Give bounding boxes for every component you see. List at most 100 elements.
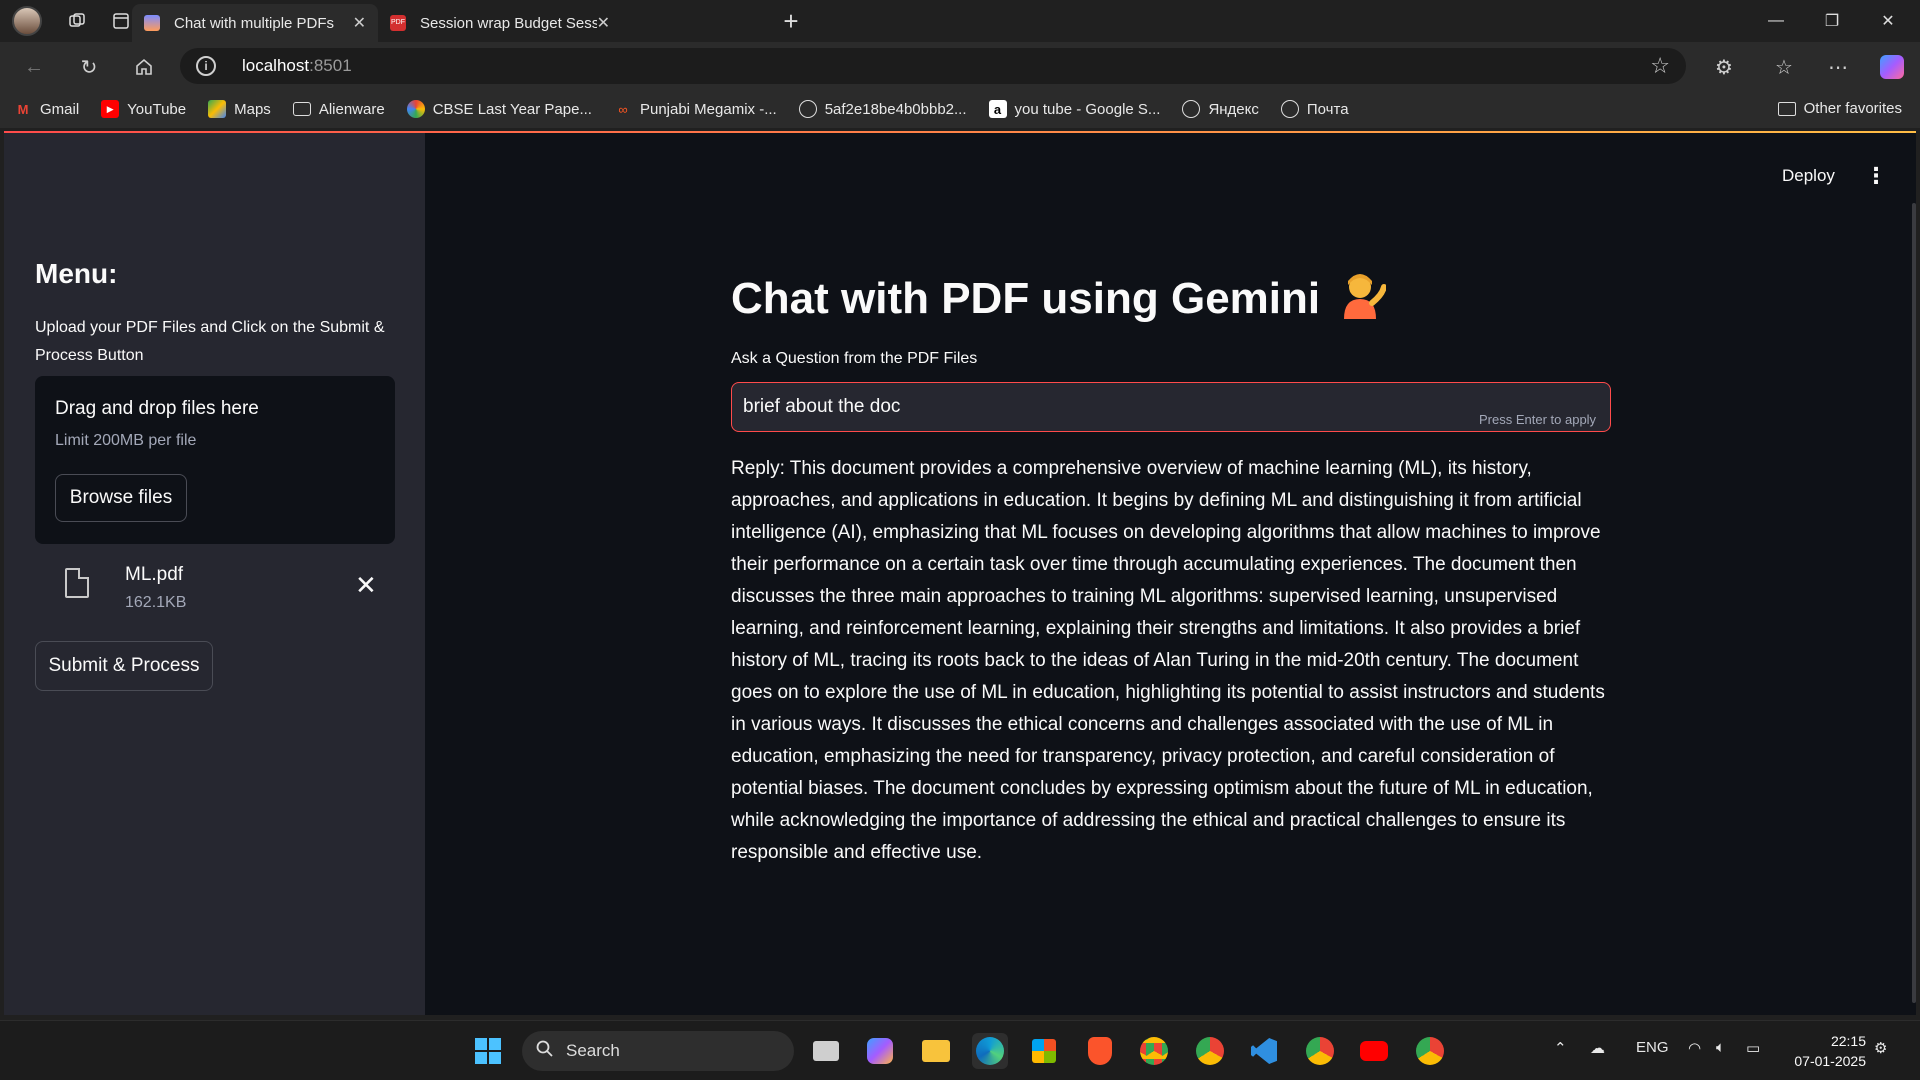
dropzone-limit: Limit 200MB per file	[55, 432, 197, 449]
edge-icon[interactable]	[972, 1033, 1008, 1069]
tab-chat-pdfs[interactable]: Chat with multiple PDFs ✕	[132, 4, 378, 42]
sidebar-heading: Menu:	[35, 258, 118, 289]
main-menu-icon[interactable]: ⋮	[1865, 163, 1887, 189]
chrome-app-2-icon[interactable]	[1412, 1033, 1448, 1069]
tab-session-wrap[interactable]: PDF Session wrap Budget Session 202 ✕	[378, 4, 622, 42]
task-view-icon[interactable]	[808, 1033, 844, 1069]
bookmark-punjabi[interactable]: ∞ Punjabi Megamix -...	[614, 100, 776, 118]
other-favorites[interactable]: Other favorites	[1777, 100, 1902, 117]
language-indicator[interactable]: ENG	[1636, 1039, 1669, 1056]
person-tipping-hand-icon	[1338, 273, 1388, 319]
search-label: Search	[566, 1041, 620, 1060]
question-label: Ask a Question from the PDF Files	[731, 350, 978, 367]
minimize-button[interactable]: —	[1748, 0, 1804, 42]
bookmark-gmail[interactable]: M Gmail	[14, 100, 80, 118]
submit-process-button[interactable]: Submit & Process	[35, 641, 213, 691]
back-button[interactable]: ←	[18, 51, 50, 83]
cbse-icon	[406, 100, 425, 118]
bookmarks-bar: M Gmail ▶ YouTube Maps Alienware CBSE Last…	[0, 90, 1920, 128]
reply-text: Reply: This document provides a comprehe…	[731, 458, 1605, 863]
clock-time: 22:15	[1830, 1033, 1866, 1049]
bookmark-yandex[interactable]: Яндекс	[1182, 100, 1259, 118]
onedrive-icon[interactable]: ☁	[1590, 1039, 1605, 1057]
browser-toolbar: ← ↻ i localhost:8501 ☆ ⚙ ☆ ⋯	[0, 42, 1920, 90]
brave-icon[interactable]	[1082, 1033, 1118, 1069]
sidebar: Menu: Upload your PDF Files and Click on…	[4, 133, 425, 1015]
gmail-icon: M	[17, 101, 29, 117]
dropzone-title: Drag and drop files here	[55, 398, 259, 419]
file-icon	[65, 568, 89, 598]
chrome-app-icon[interactable]	[1302, 1033, 1338, 1069]
new-tab-button[interactable]: +	[776, 6, 806, 36]
main-content: Deploy ⋮ Chat with PDF using Gemini Ask …	[425, 133, 1916, 1015]
streamlit-app: Menu: Upload your PDF Files and Click on…	[4, 133, 1916, 1015]
file-explorer-icon[interactable]	[918, 1033, 954, 1069]
bookmark-youtube-search[interactable]: a you tube - Google S...	[988, 100, 1160, 118]
sidebar-instructions: Upload your PDF Files and Click on the S…	[35, 319, 385, 364]
tab-title: Chat with multiple PDFs	[174, 14, 335, 32]
url-text[interactable]: localhost:8501	[242, 56, 352, 76]
site-info-icon[interactable]: i	[196, 56, 216, 76]
browser-titlebar: Chat with multiple PDFs ✕ PDF Session wr…	[0, 0, 1920, 42]
globe-icon	[1280, 100, 1299, 118]
show-hidden-icons[interactable]: ⌃	[1554, 1039, 1567, 1057]
bookmark-5af2[interactable]: 5af2e18be4b0bbb2...	[798, 100, 967, 118]
close-tab-icon[interactable]: ✕	[353, 13, 366, 33]
youtube-icon: ▶	[101, 100, 120, 118]
wifi-icon[interactable]: ◠	[1688, 1039, 1701, 1057]
store-icon[interactable]	[1026, 1033, 1062, 1069]
uploaded-file: ML.pdf 162.1KB ✕	[35, 556, 395, 622]
file-name: ML.pdf	[125, 564, 184, 585]
notifications-icon[interactable]: ⚙	[1874, 1039, 1887, 1057]
profile-avatar[interactable]	[12, 6, 42, 36]
chrome-icon[interactable]	[1136, 1033, 1172, 1069]
input-hint: Press Enter to apply	[1479, 412, 1597, 427]
file-size: 162.1KB	[125, 594, 187, 611]
reload-button[interactable]: ↻	[73, 51, 105, 83]
bookmark-cbse[interactable]: CBSE Last Year Pape...	[406, 100, 592, 118]
windows-taskbar: Search ⌃ ☁ ENG ◠ 🔈︎ ▭ 22:15 07-01-2025 ⚙	[0, 1020, 1920, 1080]
favorites-icon[interactable]: ☆	[1768, 51, 1800, 83]
chrome-profile-icon[interactable]	[1192, 1033, 1228, 1069]
extensions-icon[interactable]: ⚙	[1708, 51, 1740, 83]
bookmark-maps[interactable]: Maps	[208, 100, 271, 118]
bookmark-youtube[interactable]: ▶ YouTube	[101, 100, 186, 118]
bookmark-alienware[interactable]: Alienware	[292, 101, 385, 118]
vscode-icon[interactable]	[1246, 1033, 1282, 1069]
address-bar[interactable]: i localhost:8501 ☆	[180, 48, 1686, 84]
favorite-star-icon[interactable]: ☆	[1650, 53, 1670, 79]
globe-icon	[1182, 100, 1201, 118]
taskbar-search[interactable]: Search	[522, 1031, 794, 1071]
deploy-button[interactable]: Deploy	[1782, 166, 1835, 186]
copilot-icon[interactable]	[1876, 51, 1908, 83]
globe-icon	[798, 100, 817, 118]
browse-files-button[interactable]: Browse files	[55, 474, 187, 522]
workspaces-icon[interactable]	[62, 6, 92, 36]
taskbar-clock[interactable]: 22:15 07-01-2025	[1786, 1031, 1866, 1071]
pdf-favicon-icon: PDF	[390, 15, 406, 31]
close-window-button[interactable]: ✕	[1860, 0, 1916, 42]
page-title: Chat with PDF using Gemini	[731, 273, 1388, 324]
home-button[interactable]	[128, 51, 160, 83]
copilot-taskbar-icon[interactable]	[862, 1033, 898, 1069]
link-icon: ∞	[618, 101, 628, 117]
scrollbar[interactable]	[1912, 203, 1916, 1003]
start-icon[interactable]	[470, 1033, 506, 1069]
volume-icon[interactable]: 🔈︎	[1716, 1039, 1725, 1056]
battery-icon[interactable]: ▭	[1746, 1039, 1760, 1057]
restore-button[interactable]: ❐	[1804, 0, 1860, 42]
tab-title: Session wrap Budget Session 202	[420, 14, 597, 32]
clock-date: 07-01-2025	[1794, 1053, 1866, 1069]
amazon-icon: a	[988, 100, 1007, 118]
folder-icon	[1777, 101, 1796, 116]
file-dropzone[interactable]: Drag and drop files here Limit 200MB per…	[35, 376, 395, 544]
bookmark-pochta[interactable]: Почта	[1280, 100, 1349, 118]
close-tab-icon[interactable]: ✕	[597, 13, 610, 33]
search-icon	[536, 1040, 554, 1063]
streamlit-favicon-icon	[144, 15, 160, 31]
folder-icon	[292, 102, 311, 116]
maps-icon	[208, 100, 227, 118]
more-menu-icon[interactable]: ⋯	[1822, 51, 1854, 83]
youtube-app-icon[interactable]	[1356, 1033, 1392, 1069]
remove-file-icon[interactable]: ✕	[355, 570, 377, 601]
